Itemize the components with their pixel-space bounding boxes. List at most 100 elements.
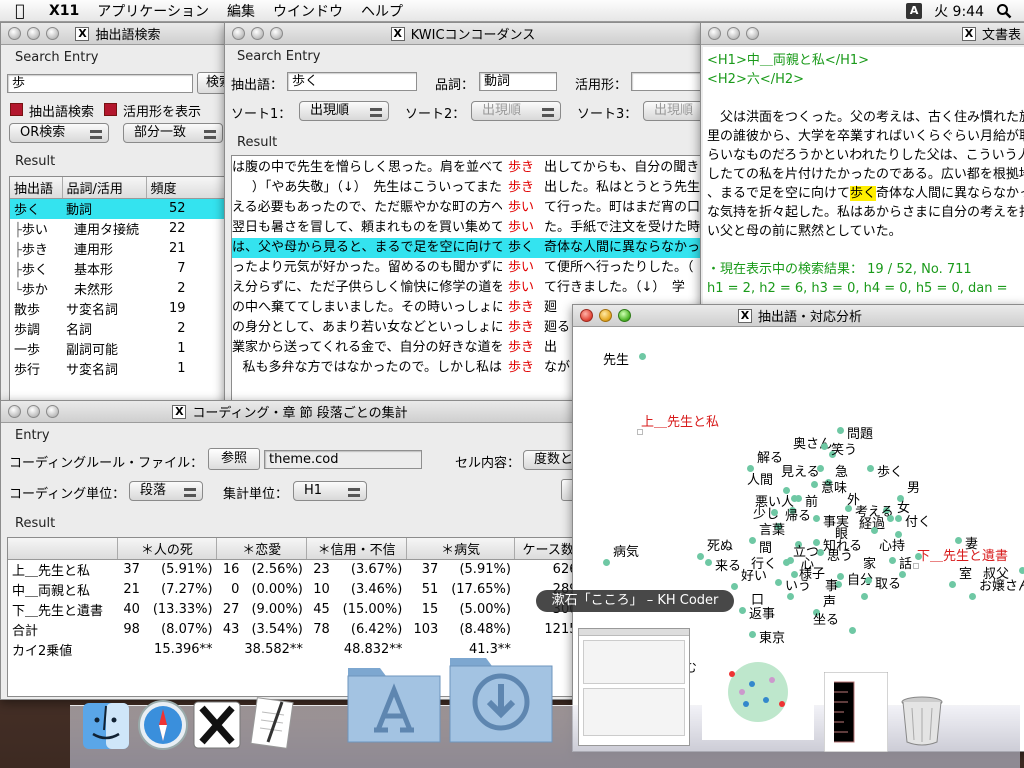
column-header[interactable]: ＊人の死 [117,538,218,560]
kwic-line[interactable]: は、父や母から見ると、まるで足を空に向けて 歩く 奇体な人間に異ならなかっ [232,238,700,258]
kwic-line[interactable]: ）「やあ失敬」（↓） 先生はこういってまた 歩き 出した。私はとうとう先生 [232,178,700,198]
table-row[interactable]: 歩く 動詞 52 [10,198,234,219]
kwic-line[interactable]: え分らずに、ただ子供らしく愉快に修学の道を 歩い て行きました。（↓） 学 [232,278,700,298]
zoom-button[interactable] [46,405,59,418]
match-mode-select[interactable]: 部分一致 [123,123,223,143]
menu-help[interactable]: ヘルプ [352,1,412,21]
kwic-line[interactable]: 翌日も暑さを冒して、頼まれものを買い集めて 歩い た。手紙で注文を受けた時 [232,218,700,238]
minimize-button[interactable] [727,27,740,40]
column-header[interactable]: ケース数 [514,538,579,560]
table-row[interactable]: 中＿両親と私 21 (7.27%) 0 (0.00%) 10 (3.46%) 51 (17.65… [8,579,579,600]
close-button[interactable] [8,27,21,40]
word-text: 一歩 [14,343,41,358]
document-text-area[interactable]: <H1>中＿両親と私</H1> <H2>六</H2> 父は洪面をつくった。父の考… [703,47,1024,321]
close-button[interactable] [708,27,721,40]
zoom-button[interactable] [270,27,283,40]
word-cell: 歩行 [10,359,62,379]
plot-word-label: 坐る [813,613,840,628]
table-row[interactable]: 上＿先生と私 37 (5.91%) 16 (2.56%) 23 (3.67%) 37 (5.91… [8,559,579,580]
table-row[interactable]: 下＿先生と遺書 40 (13.33%) 27 (9.00%) 45 (15.00%) 15 (5… [8,599,579,620]
title-bar[interactable]: X KWICコンコーダンス [225,23,701,45]
table-row[interactable]: 歩調 名詞 2 [10,319,234,339]
column-header[interactable]: 品詞/活用 [62,177,147,199]
column-header[interactable]: 頻度 [146,177,234,199]
column-header[interactable]: ＊恋愛 [216,538,308,560]
pos-cell: 副詞可能 [66,343,119,358]
word-cell: 歩く [10,198,62,219]
safari-icon[interactable] [136,698,190,756]
table-row[interactable]: 歩行 サ変名詞 1 [10,359,234,379]
spotlight-search-icon[interactable] [996,3,1012,19]
kwic-keyword: 歩き [508,300,535,315]
input-method-icon[interactable]: A [906,2,923,19]
sort2-select[interactable]: 出現順 [471,101,561,121]
plot-word-label: 付く [905,515,932,530]
table-row[interactable]: ├歩い 連用タ接続 22 [10,219,234,239]
table-row[interactable]: 散歩 サ変名詞 19 [10,299,234,319]
plot-window-thumbnail[interactable] [702,644,814,744]
plot-point [895,515,902,522]
table-row[interactable]: ├歩き 連用形 21 [10,239,234,259]
minimize-button[interactable] [599,309,612,322]
trash-icon[interactable] [900,694,944,750]
plot-point [639,353,646,360]
textedit-icon[interactable] [248,696,298,754]
search-mode-select[interactable]: OR検索 [9,123,109,143]
sort1-select[interactable]: 出現順 [299,101,389,121]
zoom-button[interactable] [618,309,631,322]
aggregate-unit-select[interactable]: H1 [293,481,367,501]
downloads-folder-icon[interactable] [446,640,556,750]
rule-file-input[interactable]: theme.cod [264,450,422,469]
apple-menu-icon[interactable]:  [0,1,40,20]
plot-point [603,559,610,566]
minimize-button[interactable] [251,27,264,40]
table-row[interactable]: 一歩 副詞可能 1 [10,339,234,359]
applications-folder-icon[interactable] [344,650,444,750]
table-row[interactable]: 合計 98 (8.07%) 43 (3.54%) 78 (6.42%) 103 (8.48%) 1… [8,619,579,640]
tree-window-thumbnail[interactable] [823,671,889,756]
close-button[interactable] [8,405,21,418]
coding-unit-select[interactable]: 段落 [129,481,203,501]
cell-content-label: セル内容： [455,456,521,471]
conjugation-input[interactable] [631,72,701,91]
section-label: Result [237,135,278,150]
search-query-input[interactable]: 歩 [7,74,193,93]
minimize-button[interactable] [27,405,40,418]
minimize-button[interactable] [27,27,40,40]
kwic-line[interactable]: える必要もあったので、ただ賑やかな町の方へ 歩い て行った。町はまだ宵の口 [232,198,700,218]
column-header[interactable]: 抽出語 [10,177,63,199]
browse-button[interactable]: 参照 [208,448,260,470]
close-button[interactable] [232,27,245,40]
kh-coder-window-thumbnail[interactable] [578,628,690,746]
title-bar[interactable]: X 抽出語・対応分析 [573,305,1024,327]
zoom-button[interactable] [46,27,59,40]
kwic-line[interactable]: は腹の中で先生を憎らしく思った。肩を並べて 歩き 出してからも、自分の聞き [232,158,700,178]
menu-window[interactable]: ウインドウ [264,1,352,21]
menu-app-x11[interactable]: X11 [40,3,88,19]
zoom-button[interactable] [746,27,759,40]
value-cell: 45 [313,602,330,617]
value-cell: 1215 [544,622,578,637]
column-header[interactable]: ＊病気 [406,538,516,560]
plot-point [811,481,818,488]
plot-word-label: 意味 [821,481,848,496]
word-input[interactable]: 歩く [287,72,417,91]
menu-clock[interactable]: 火 9:44 [934,1,984,21]
title-bar[interactable]: X 文書表 [701,23,1024,45]
x11-icon[interactable] [192,700,242,754]
menu-applications[interactable]: アプリケーション [88,1,218,21]
column-header[interactable]: ＊信用・不信 [306,538,407,560]
pos-input[interactable]: 動詞 [479,72,557,91]
kwic-line[interactable]: ったより元気が好かった。留めるのも聞かずに 歩い て便所へ行ったりした。（ [232,258,700,278]
menu-edit[interactable]: 編集 [218,1,264,21]
title-bar[interactable]: X 抽出語検索 [1,23,235,45]
extract-search-checkbox[interactable] [10,103,23,116]
finder-icon[interactable] [80,700,132,756]
table-row[interactable]: └歩か 未然形 2 [10,279,234,299]
close-button[interactable] [580,309,593,322]
column-header[interactable] [8,538,118,560]
title-bar[interactable]: X コーディング・章 節 段落ごとの集計 [1,401,579,423]
sort3-select[interactable]: 出現順 [643,101,701,121]
table-row[interactable]: ├歩く 基本形 7 [10,259,234,279]
show-conjugation-checkbox[interactable] [104,103,117,116]
